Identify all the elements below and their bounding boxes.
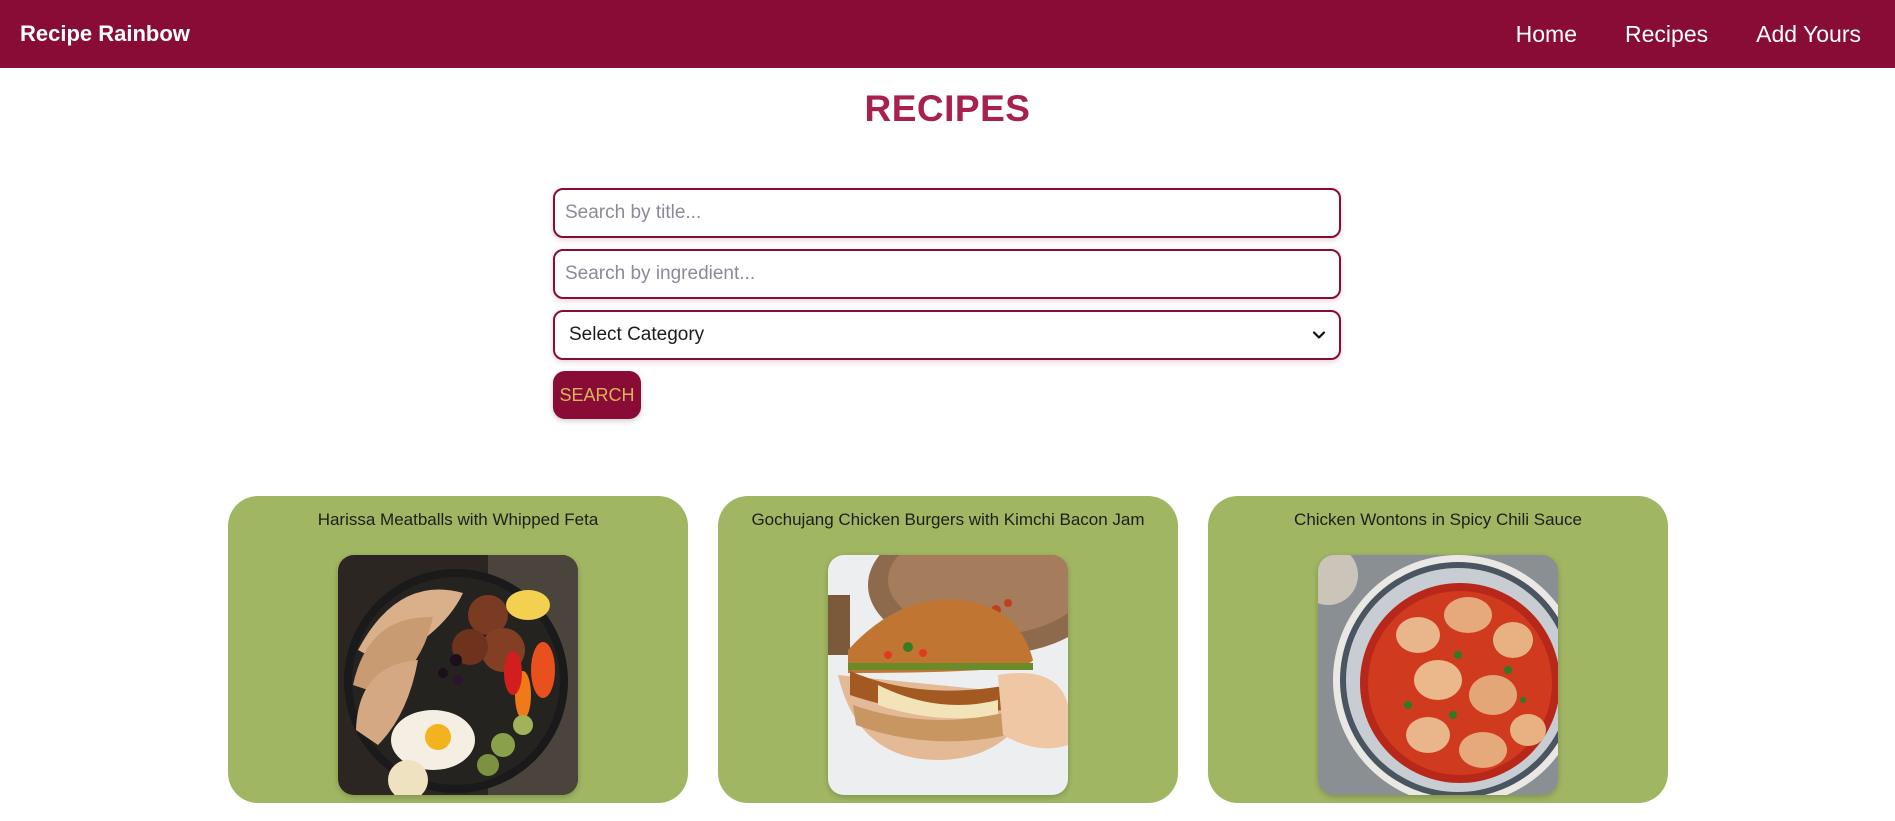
- nav-link-add-yours[interactable]: Add Yours: [1756, 21, 1861, 48]
- recipe-card-list: Harissa Meatballs with Whipped Feta Goch…: [228, 496, 1668, 803]
- search-form: Select Category SEARCH: [553, 188, 1341, 419]
- nav-link-home[interactable]: Home: [1516, 21, 1577, 48]
- recipe-card[interactable]: Chicken Wontons in Spicy Chili Sauce: [1208, 496, 1668, 803]
- page-title: RECIPES: [864, 88, 1031, 129]
- wonton-bowl-photo[interactable]: [1318, 555, 1558, 795]
- chevron-down-icon: [1312, 331, 1326, 339]
- search-ingredient-input[interactable]: [553, 249, 1341, 299]
- brand-logo-link[interactable]: Recipe Rainbow: [20, 21, 190, 47]
- recipe-card[interactable]: Gochujang Chicken Burgers with Kimchi Ba…: [718, 496, 1178, 803]
- recipe-card-title: Chicken Wontons in Spicy Chili Sauce: [1294, 510, 1582, 529]
- recipe-card-title: Gochujang Chicken Burgers with Kimchi Ba…: [751, 510, 1145, 529]
- meatball-plate-photo[interactable]: [338, 555, 578, 795]
- nav-link-recipes[interactable]: Recipes: [1625, 21, 1708, 48]
- search-button[interactable]: SEARCH: [553, 371, 641, 419]
- chicken-burger-photo[interactable]: [828, 555, 1068, 795]
- category-select[interactable]: Select Category: [553, 310, 1341, 360]
- recipe-card-title: Harissa Meatballs with Whipped Feta: [317, 510, 599, 529]
- category-select-value: Select Category: [569, 324, 705, 345]
- top-navbar: Recipe Rainbow Home Recipes Add Yours: [0, 0, 1895, 68]
- recipe-card[interactable]: Harissa Meatballs with Whipped Feta: [228, 496, 688, 803]
- search-title-input[interactable]: [553, 188, 1341, 238]
- nav-links: Home Recipes Add Yours: [1516, 21, 1861, 48]
